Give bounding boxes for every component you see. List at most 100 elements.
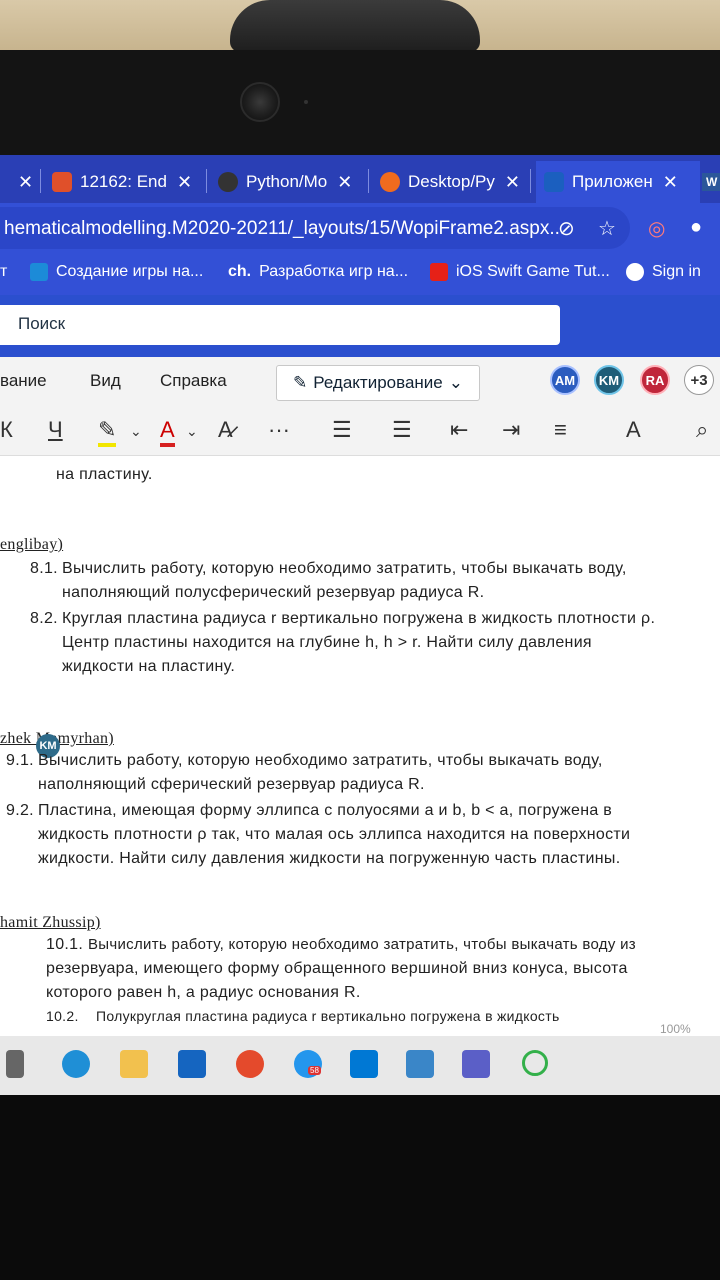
- bookmark-ios-swift[interactable]: iOS Swift Game Tut...: [430, 263, 610, 281]
- bullets-icon[interactable]: ☰: [332, 417, 352, 443]
- tab-close-partial[interactable]: ✕: [8, 161, 33, 203]
- webcam: [240, 82, 280, 122]
- tab-separator: [530, 169, 531, 193]
- font-color-button[interactable]: A: [160, 417, 175, 447]
- align-icon[interactable]: ≡: [554, 417, 567, 443]
- item-text: Центр пластины находится на глубине h, h…: [62, 634, 592, 651]
- mail-icon[interactable]: [178, 1050, 206, 1078]
- item-text: Вычислить работу, которую необходимо зат…: [62, 560, 627, 577]
- jupyter-icon: [380, 172, 400, 192]
- item-number: 8.2.: [30, 610, 58, 627]
- search-icon[interactable]: ⌕: [696, 417, 708, 443]
- edge-icon[interactable]: [62, 1050, 90, 1078]
- bookmark-star-icon[interactable]: ☆: [598, 216, 616, 241]
- browser-tab-bar: ✕ 12162: End ✕ Python/Mo ✕ Desktop/Py ✕ …: [0, 155, 720, 203]
- windows-taskbar: 58: [0, 1036, 720, 1095]
- tab-label: Desktop/Py: [407, 172, 495, 191]
- editing-mode-button[interactable]: ✎ Редактирование ⌄: [276, 365, 480, 401]
- bookmark-sign-in[interactable]: Sign in: [626, 263, 701, 281]
- chrome-icon[interactable]: [236, 1050, 264, 1078]
- item-text: Вычислить работу, которую необходимо зат…: [38, 752, 603, 769]
- paragraph-text: на пластину.: [56, 466, 153, 483]
- item-number: 9.1.: [6, 752, 34, 769]
- bookmark-label: Создание игры на...: [56, 263, 204, 280]
- numbering-icon[interactable]: ☰: [392, 417, 412, 443]
- clear-format-icon[interactable]: A̷: [218, 417, 233, 443]
- bookmark-create-game[interactable]: Создание игры на...: [30, 263, 203, 281]
- tab-label: Python/Mo: [246, 172, 328, 191]
- menu-review[interactable]: вание: [0, 371, 47, 391]
- tab-python[interactable]: Python/Mo ✕: [218, 161, 360, 203]
- profile-icon[interactable]: ●: [690, 216, 702, 239]
- item-text: жидкость плотности ρ так, что малая ось …: [38, 826, 631, 843]
- item-number: 10.1.: [46, 936, 84, 953]
- office-header: Поиск: [0, 295, 720, 357]
- item-text: Пластина, имеющая форму эллипса с полуос…: [38, 802, 613, 819]
- chevron-down-icon[interactable]: ⌄: [130, 423, 142, 440]
- item-text: Полукруглая пластина радиуса r вертикаль…: [96, 1008, 560, 1024]
- tab-label: Приложен: [572, 172, 653, 191]
- laptop-body: [0, 1095, 720, 1280]
- item-text: жидкости. Найти силу давления жидкости н…: [38, 850, 621, 867]
- file-explorer-icon[interactable]: [120, 1050, 148, 1078]
- avatar[interactable]: KM: [594, 365, 624, 395]
- tab-separator: [40, 169, 41, 193]
- object-on-laptop: [230, 0, 480, 52]
- pencil-icon: ✎: [292, 373, 308, 392]
- bookmarks-bar: т Создание игры на... ch. Разработка игр…: [0, 253, 720, 295]
- bookmark-label: Разработка игр на...: [259, 263, 409, 280]
- bookmark-label: iOS Swift Game Tut...: [456, 263, 610, 280]
- globe-icon: [626, 263, 644, 281]
- italic-button[interactable]: К: [0, 417, 13, 443]
- decrease-indent-icon[interactable]: ⇤: [450, 417, 468, 443]
- tab-12162[interactable]: 12162: End ✕: [52, 161, 200, 203]
- item-number: 9.2.: [6, 802, 34, 819]
- tab-apps[interactable]: Приложен ✕: [536, 161, 700, 203]
- more-options-button[interactable]: ···: [268, 417, 290, 443]
- underline-button[interactable]: Ч: [48, 417, 63, 443]
- menu-help[interactable]: Справка: [160, 371, 227, 391]
- app-circle-icon[interactable]: [522, 1050, 548, 1076]
- more-collaborators-badge[interactable]: +3: [684, 365, 714, 395]
- highlight-icon[interactable]: ✎: [98, 417, 117, 447]
- photos-icon[interactable]: [406, 1050, 434, 1078]
- zoom-level[interactable]: 100%: [660, 1022, 691, 1036]
- bookmark-game-dev[interactable]: ch. Разработка игр на...: [228, 263, 408, 281]
- document-canvas[interactable]: на пластину. englibay) 8.1. Вычислить ра…: [0, 456, 720, 1036]
- close-icon[interactable]: ✕: [177, 172, 192, 193]
- avatar[interactable]: AM: [550, 365, 580, 395]
- hide-eye-icon[interactable]: ⊘: [558, 216, 575, 241]
- github-icon: [218, 172, 238, 192]
- teams-icon[interactable]: [462, 1050, 490, 1078]
- tab-separator: [206, 169, 207, 193]
- tab-word-partial[interactable]: W: [702, 161, 720, 203]
- item-text: которого равен h, а радиус основания R.: [46, 984, 361, 1001]
- laptop-bezel: [0, 50, 720, 160]
- search-placeholder: Поиск: [18, 314, 66, 333]
- app-favicon-icon: [544, 172, 564, 192]
- bookmark-partial[interactable]: т: [0, 263, 7, 281]
- search-input[interactable]: Поиск: [0, 305, 560, 345]
- address-bar[interactable]: hematicalmodelling.M2020-20211/_layouts/…: [0, 207, 630, 249]
- item-text: Вычислить работу, которую необходимо зат…: [88, 936, 636, 953]
- task-view-icon[interactable]: [6, 1050, 24, 1078]
- laptop-screen: ✕ 12162: End ✕ Python/Mo ✕ Desktop/Py ✕ …: [0, 155, 720, 1095]
- increase-indent-icon[interactable]: ⇥: [502, 417, 520, 443]
- close-icon[interactable]: ✕: [505, 172, 520, 193]
- ribbon-menu: вание Вид Справка ✎ Редактирование ⌄ AM …: [0, 357, 720, 407]
- close-icon[interactable]: ✕: [663, 172, 678, 193]
- menu-view[interactable]: Вид: [90, 371, 121, 391]
- item-number: 8.1.: [30, 560, 58, 577]
- tab-desktop[interactable]: Desktop/Py ✕: [380, 161, 520, 203]
- extension-icon[interactable]: ◎: [648, 216, 665, 241]
- telegram-icon[interactable]: 58: [294, 1050, 322, 1078]
- youtube-icon: [430, 263, 448, 281]
- avatar[interactable]: RA: [640, 365, 670, 395]
- puzzle-icon: [30, 263, 48, 281]
- close-icon[interactable]: ✕: [18, 172, 33, 193]
- vscode-icon[interactable]: [350, 1050, 378, 1078]
- tab-favicon-icon: [52, 172, 72, 192]
- close-icon[interactable]: ✕: [337, 172, 352, 193]
- styles-icon[interactable]: A: [626, 417, 641, 443]
- chevron-down-icon[interactable]: ⌄: [186, 423, 198, 440]
